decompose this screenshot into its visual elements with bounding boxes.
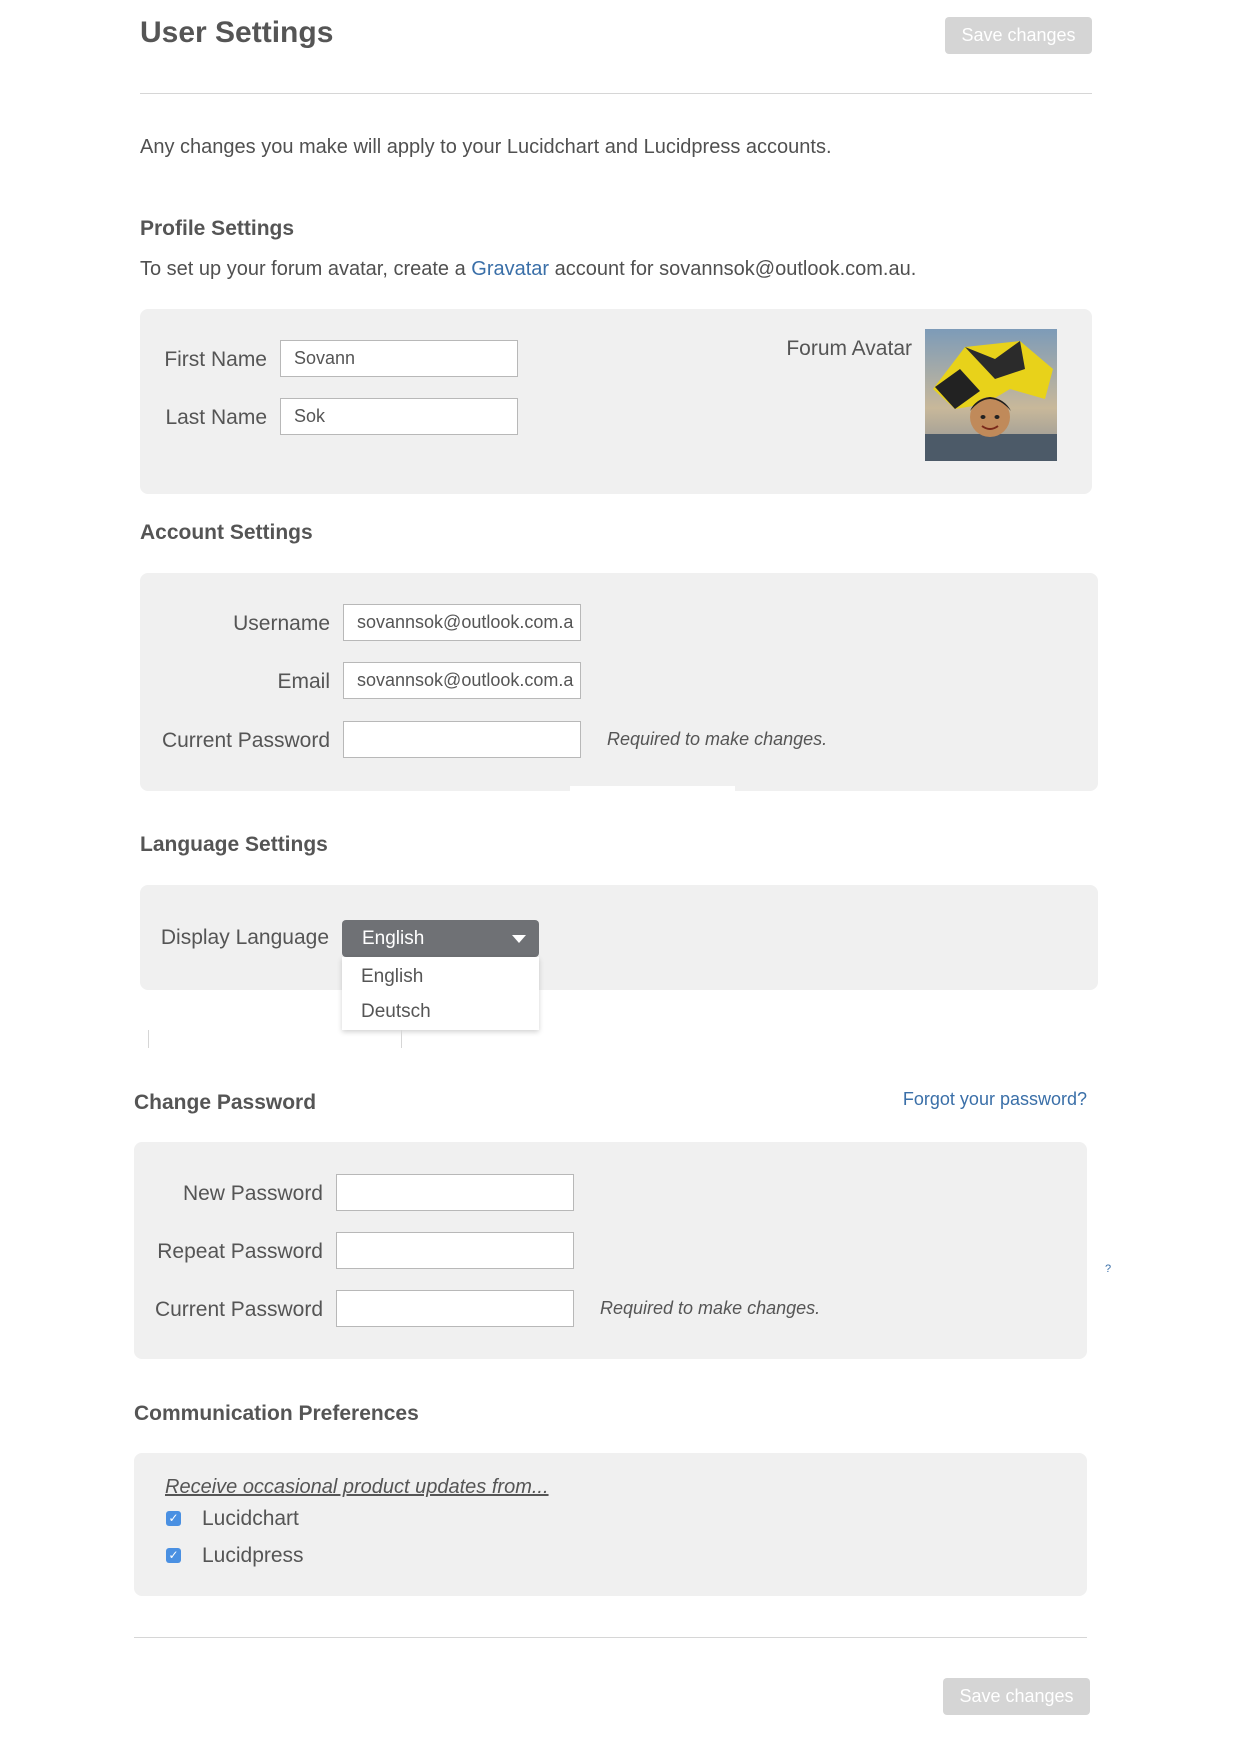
profile-desc-suffix: account for sovannsok@outlook.com.au.: [549, 258, 917, 280]
email-label: Email: [277, 670, 330, 693]
forum-avatar-image: [925, 329, 1057, 461]
profile-settings-title: Profile Settings: [140, 217, 295, 240]
communication-subtitle: Receive occasional product updates from.…: [165, 1476, 549, 1498]
last-name-label: Last Name: [165, 406, 267, 429]
language-dropdown: English Deutsch: [342, 957, 539, 1030]
lucidpress-checkbox[interactable]: ✓: [166, 1548, 181, 1563]
repeat-password-label: Repeat Password: [157, 1240, 323, 1263]
email-field[interactable]: sovannsok@outlook.com.a: [343, 662, 581, 699]
forgot-password-link[interactable]: Forgot your password?: [890, 1089, 1087, 1110]
footer-divider: [134, 1637, 1087, 1638]
panel-gap-strip: [570, 786, 735, 791]
divider-tick-left: [148, 1030, 149, 1048]
gravatar-link[interactable]: Gravatar: [471, 258, 549, 280]
display-language-label: Display Language: [160, 926, 329, 949]
account-current-password-label: Current Password: [161, 729, 330, 752]
help-mark[interactable]: ?: [1105, 1263, 1111, 1275]
divider-tick-right: [401, 1030, 402, 1048]
page-title: User Settings: [140, 16, 334, 49]
new-password-field[interactable]: [336, 1174, 574, 1211]
language-option-english[interactable]: English: [342, 959, 539, 994]
chevron-down-icon: [512, 935, 526, 943]
display-language-value: English: [362, 928, 425, 949]
first-name-field[interactable]: Sovann: [280, 340, 518, 377]
save-button-top[interactable]: Save changes: [945, 17, 1092, 54]
username-field[interactable]: sovannsok@outlook.com.a: [343, 604, 581, 641]
intro-text: Any changes you make will apply to your …: [140, 136, 832, 158]
profile-desc-prefix: To set up your forum avatar, create a: [140, 258, 472, 280]
save-button-bottom[interactable]: Save changes: [943, 1678, 1090, 1715]
lucidchart-label: Lucidchart: [202, 1507, 299, 1530]
display-language-select[interactable]: English: [342, 920, 539, 957]
first-name-label: First Name: [164, 348, 267, 371]
last-name-field[interactable]: Sok: [280, 398, 518, 435]
account-password-hint: Required to make changes.: [607, 729, 828, 749]
account-current-password-field[interactable]: [343, 721, 581, 758]
change-current-password-field[interactable]: [336, 1290, 574, 1327]
new-password-label: New Password: [182, 1182, 323, 1205]
username-label: Username: [233, 612, 330, 635]
change-password-title: Change Password: [134, 1091, 317, 1114]
profile-description: To set up your forum avatar, create a Gr…: [140, 258, 916, 281]
change-password-hint: Required to make changes.: [600, 1298, 821, 1318]
lucidchart-checkbox[interactable]: ✓: [166, 1511, 181, 1526]
account-settings-title: Account Settings: [140, 521, 313, 544]
repeat-password-field[interactable]: [336, 1232, 574, 1269]
communication-preferences-title: Communication Preferences: [134, 1402, 419, 1425]
lucidpress-label: Lucidpress: [202, 1544, 304, 1567]
header-divider: [140, 93, 1092, 94]
forum-avatar-label: Forum Avatar: [786, 337, 912, 360]
language-settings-title: Language Settings: [140, 833, 328, 856]
language-option-deutsch[interactable]: Deutsch: [342, 994, 539, 1029]
change-current-password-label: Current Password: [154, 1298, 323, 1321]
